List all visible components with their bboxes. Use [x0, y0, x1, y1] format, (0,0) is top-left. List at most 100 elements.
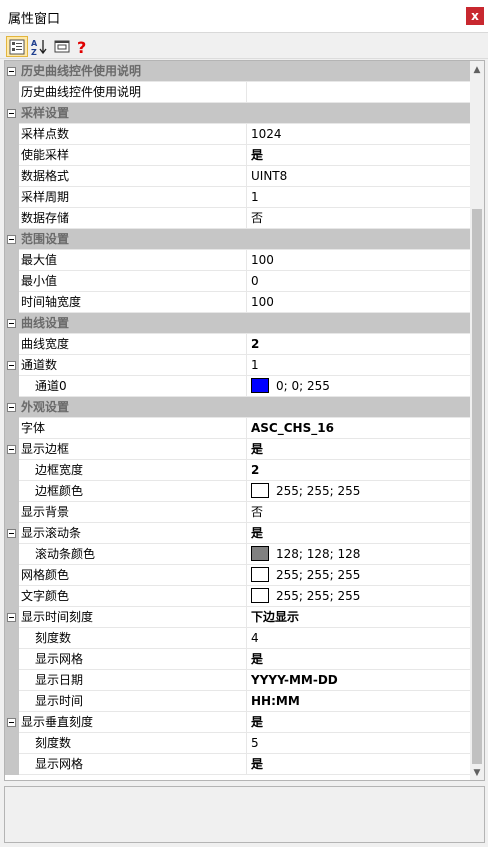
- property-row[interactable]: 边框宽度 2: [5, 460, 470, 481]
- collapse-icon[interactable]: [7, 319, 16, 328]
- row-gutter: [5, 208, 19, 229]
- property-value[interactable]: 0; 0; 255: [248, 376, 470, 397]
- property-value[interactable]: UINT8: [248, 166, 470, 187]
- property-value[interactable]: 4: [248, 628, 470, 649]
- collapse-icon[interactable]: [7, 361, 16, 370]
- property-value[interactable]: 下边显示: [248, 607, 470, 628]
- property-row[interactable]: 最小值 0: [5, 271, 470, 292]
- property-row[interactable]: 采样点数 1024: [5, 124, 470, 145]
- collapse-icon[interactable]: [7, 403, 16, 412]
- collapse-icon[interactable]: [7, 445, 16, 454]
- property-row[interactable]: 显示垂直刻度是: [5, 712, 470, 733]
- svg-text:A: A: [31, 39, 38, 48]
- property-value[interactable]: 128; 128; 128: [248, 544, 470, 565]
- collapse-icon[interactable]: [7, 67, 16, 76]
- property-row[interactable]: 滚动条颜色 128; 128; 128: [5, 544, 470, 565]
- scroll-down-icon[interactable]: ▼: [470, 766, 484, 780]
- property-value-text: 255; 255; 255: [276, 568, 361, 582]
- property-name: 显示时间刻度: [19, 607, 247, 628]
- scrollbar-thumb[interactable]: [472, 209, 482, 764]
- category-row[interactable]: 历史曲线控件使用说明: [5, 61, 470, 82]
- property-row[interactable]: 显示滚动条是: [5, 523, 470, 544]
- property-value[interactable]: 255; 255; 255: [248, 481, 470, 502]
- property-name: 最小值: [19, 271, 247, 292]
- property-value[interactable]: 255; 255; 255: [248, 586, 470, 607]
- property-row[interactable]: 显示时间 HH:MM: [5, 691, 470, 712]
- property-row[interactable]: 通道0 0; 0; 255: [5, 376, 470, 397]
- property-row[interactable]: 使能采样是: [5, 145, 470, 166]
- property-row[interactable]: 文字颜色 255; 255; 255: [5, 586, 470, 607]
- collapse-icon[interactable]: [7, 613, 16, 622]
- close-button[interactable]: x: [466, 7, 484, 25]
- property-value[interactable]: 1024: [248, 124, 470, 145]
- property-row[interactable]: 刻度数 5: [5, 733, 470, 754]
- property-value[interactable]: 1: [248, 187, 470, 208]
- property-value[interactable]: 是: [248, 649, 470, 670]
- help-icon: ?: [77, 38, 86, 56]
- window-title: 属性窗口: [8, 12, 61, 27]
- property-row[interactable]: 时间轴宽度 100: [5, 292, 470, 313]
- collapse-icon[interactable]: [7, 718, 16, 727]
- collapse-icon[interactable]: [7, 109, 16, 118]
- property-row[interactable]: 显示网格是: [5, 754, 470, 775]
- property-row[interactable]: 数据存储否: [5, 208, 470, 229]
- sort-alphabetical-button[interactable]: A Z: [29, 36, 51, 57]
- property-value[interactable]: 5: [248, 733, 470, 754]
- property-value[interactable]: YYYY-MM-DD: [248, 670, 470, 691]
- property-value[interactable]: 是: [248, 439, 470, 460]
- property-value[interactable]: 否: [248, 208, 470, 229]
- property-row[interactable]: 曲线宽度 2: [5, 334, 470, 355]
- property-row[interactable]: 显示网格是: [5, 649, 470, 670]
- property-value[interactable]: [248, 82, 470, 103]
- property-value-text: 是: [251, 757, 264, 771]
- property-row[interactable]: 数据格式 UINT8: [5, 166, 470, 187]
- property-value[interactable]: 100: [248, 292, 470, 313]
- property-value[interactable]: 100: [248, 250, 470, 271]
- property-value-text: UINT8: [251, 169, 288, 183]
- property-row[interactable]: 网格颜色 255; 255; 255: [5, 565, 470, 586]
- property-value[interactable]: 是: [248, 712, 470, 733]
- property-name: 显示垂直刻度: [19, 712, 247, 733]
- property-value[interactable]: 2: [248, 334, 470, 355]
- property-row[interactable]: 显示时间刻度 下边显示: [5, 607, 470, 628]
- property-value[interactable]: 是: [248, 145, 470, 166]
- collapse-icon[interactable]: [7, 529, 16, 538]
- help-button[interactable]: ?: [73, 36, 95, 57]
- title-bar: 属性窗口 x: [0, 0, 488, 33]
- property-value[interactable]: 2: [248, 460, 470, 481]
- svg-text:?: ?: [77, 38, 86, 56]
- property-name: 刻度数: [19, 628, 247, 649]
- category-row[interactable]: 曲线设置: [5, 313, 470, 334]
- property-row[interactable]: 刻度数 4: [5, 628, 470, 649]
- property-value[interactable]: 是: [248, 754, 470, 775]
- property-value[interactable]: 1: [248, 355, 470, 376]
- property-value[interactable]: 0: [248, 271, 470, 292]
- property-value[interactable]: 255; 255; 255: [248, 565, 470, 586]
- categorized-view-button[interactable]: [6, 36, 28, 57]
- collapse-icon[interactable]: [7, 235, 16, 244]
- category-row[interactable]: 外观设置: [5, 397, 470, 418]
- scroll-up-icon[interactable]: ▲: [470, 63, 484, 77]
- property-row[interactable]: 通道数 1: [5, 355, 470, 376]
- property-row[interactable]: 显示边框是: [5, 439, 470, 460]
- category-label: 历史曲线控件使用说明: [21, 64, 142, 78]
- property-row[interactable]: 显示背景否: [5, 502, 470, 523]
- property-row[interactable]: 字体 ASC_CHS_16: [5, 418, 470, 439]
- vertical-scrollbar[interactable]: ▲ ▼: [470, 61, 484, 780]
- category-row[interactable]: 范围设置: [5, 229, 470, 250]
- row-gutter: [5, 418, 19, 439]
- property-row[interactable]: 显示日期 YYYY-MM-DD: [5, 670, 470, 691]
- property-grid: 历史曲线控件使用说明 历史曲线控件使用说明 采样设置 采样点数 1024 使能采样是数据格…: [4, 60, 485, 781]
- property-pages-button[interactable]: [52, 36, 74, 57]
- property-value[interactable]: 否: [248, 502, 470, 523]
- property-row[interactable]: 采样周期 1: [5, 187, 470, 208]
- property-value[interactable]: 是: [248, 523, 470, 544]
- property-name: 时间轴宽度: [19, 292, 247, 313]
- property-value[interactable]: HH:MM: [248, 691, 470, 712]
- property-value[interactable]: ASC_CHS_16: [248, 418, 470, 439]
- property-row[interactable]: 历史曲线控件使用说明: [5, 82, 470, 103]
- property-name: 刻度数: [19, 733, 247, 754]
- property-row[interactable]: 边框颜色 255; 255; 255: [5, 481, 470, 502]
- category-row[interactable]: 采样设置: [5, 103, 470, 124]
- property-row[interactable]: 最大值 100: [5, 250, 470, 271]
